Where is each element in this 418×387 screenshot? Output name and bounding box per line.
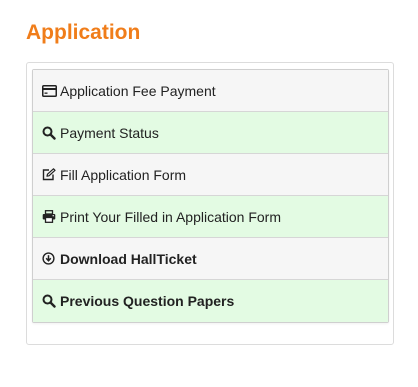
menu-item-previous-question-papers[interactable]: Previous Question Papers — [33, 280, 388, 322]
menu-item-label: Payment Status — [60, 124, 159, 141]
menu-item-label: Application Fee Payment — [60, 82, 216, 99]
menu-item-application-fee-payment[interactable]: Application Fee Payment — [33, 70, 388, 112]
menu-item-label: Download HallTicket — [60, 250, 197, 267]
search-icon — [42, 293, 60, 309]
search-icon — [42, 125, 60, 141]
page-title: Application — [26, 21, 141, 44]
menu-item-download-hallticket[interactable]: Download HallTicket — [33, 238, 388, 280]
application-panel: Application Fee Payment Payment Status F… — [26, 62, 394, 345]
application-menu: Application Fee Payment Payment Status F… — [32, 69, 389, 323]
download-icon — [42, 251, 60, 267]
menu-item-payment-status[interactable]: Payment Status — [33, 112, 388, 154]
edit-icon — [42, 167, 60, 183]
print-icon — [42, 209, 60, 225]
menu-item-label: Fill Application Form — [60, 166, 187, 183]
menu-item-print-application-form[interactable]: Print Your Filled in Application Form — [33, 196, 388, 238]
menu-item-label: Print Your Filled in Application Form — [60, 208, 281, 225]
credit-card-icon — [42, 83, 60, 99]
menu-item-fill-application-form[interactable]: Fill Application Form — [33, 154, 388, 196]
menu-item-label: Previous Question Papers — [60, 293, 235, 309]
